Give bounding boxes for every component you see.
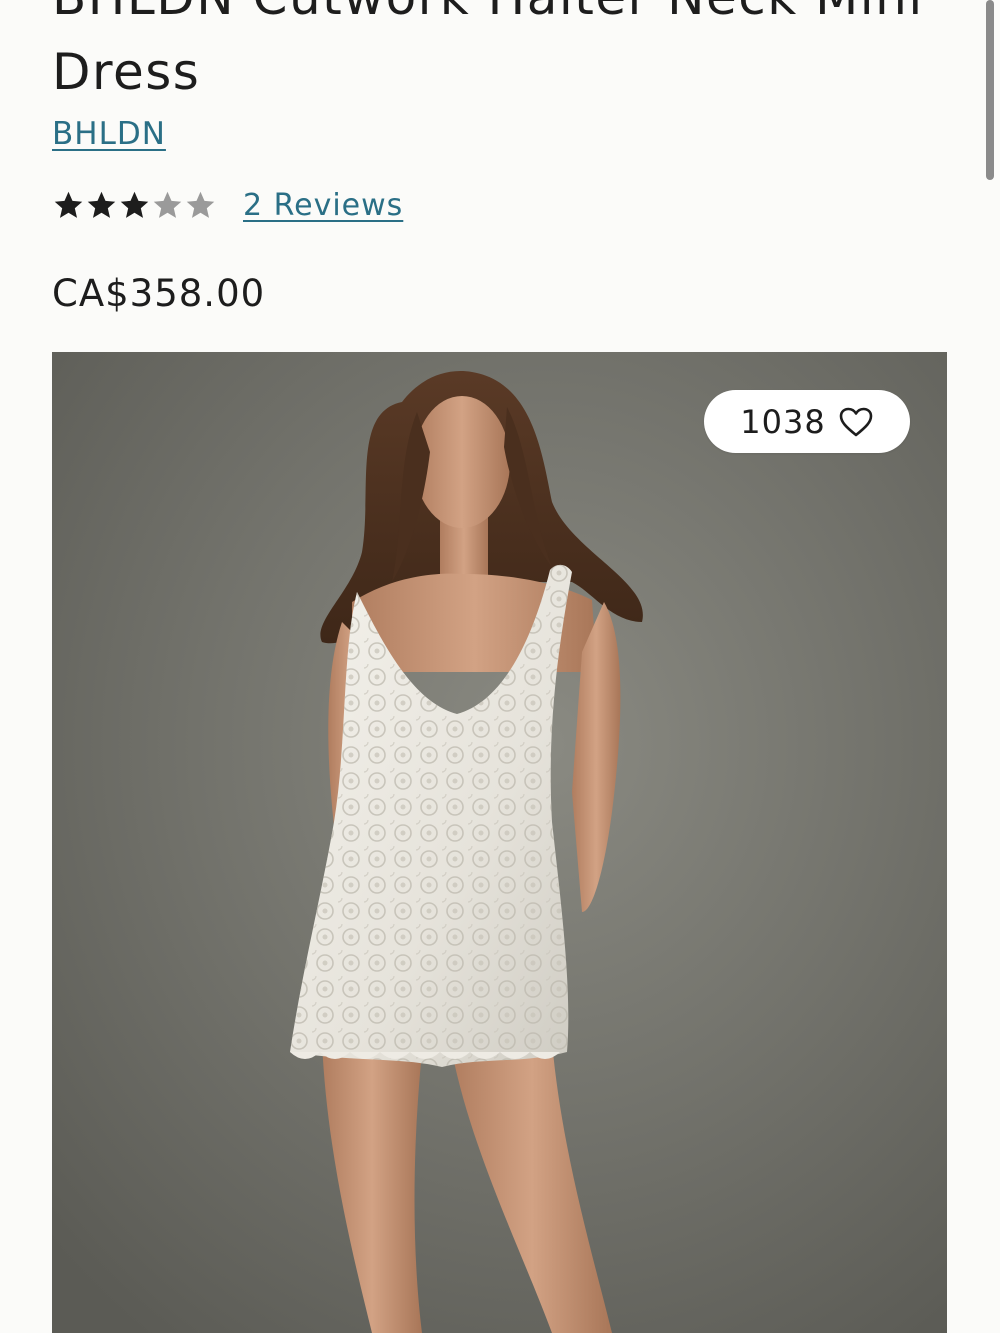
reviews-link[interactable]: 2 Reviews — [243, 188, 403, 223]
scrollbar[interactable] — [986, 0, 994, 180]
favorite-button[interactable]: 1038 — [704, 390, 910, 453]
product-page: BHLDN Cutwork Halter Neck Mini Dress BHL… — [0, 0, 1000, 1333]
brand-link[interactable]: BHLDN — [52, 116, 166, 152]
product-price: CA$358.00 — [52, 272, 266, 315]
heart-outline-icon — [839, 407, 873, 436]
star-filled-icon — [120, 191, 149, 218]
model-photo — [52, 352, 947, 1333]
star-rating — [52, 189, 217, 222]
star-filled-icon — [87, 191, 116, 218]
star-empty-icon — [186, 191, 215, 218]
favorites-count: 1038 — [740, 402, 826, 441]
product-title: BHLDN Cutwork Halter Neck Mini Dress — [52, 0, 922, 101]
rating-row: 2 Reviews — [52, 188, 403, 223]
product-image[interactable]: 1038 — [52, 352, 947, 1333]
star-empty-icon — [153, 191, 182, 218]
star-filled-icon — [54, 191, 83, 218]
